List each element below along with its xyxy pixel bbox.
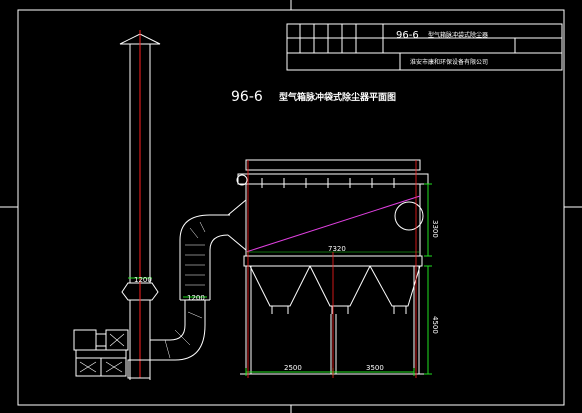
inlet-duct — [150, 198, 247, 361]
support-height-label: 4500 — [431, 316, 439, 334]
fan-details — [79, 333, 125, 373]
title-block-drawing-name: 型气箱脉冲袋式除尘器 — [428, 31, 488, 39]
diagonal-baffle — [245, 195, 421, 253]
drawing-title-prefix: 96-6 — [231, 89, 263, 105]
duct-upper-outer — [179, 214, 230, 300]
fan-outlet — [127, 359, 151, 379]
duct-lower-inner — [150, 300, 206, 361]
hopper-1 — [249, 265, 311, 307]
top-cover — [245, 159, 421, 171]
fan-assembly — [73, 329, 151, 379]
drawing-title: 型气箱脉冲袋式除尘器平面图 — [279, 91, 396, 103]
dimension-lines — [245, 183, 432, 376]
duct-width-label: 1200 — [187, 294, 205, 302]
motor — [73, 329, 97, 351]
housing-height-label: 3300 — [431, 220, 439, 238]
right-span-label: 3500 — [366, 364, 384, 372]
hopper-2 — [309, 265, 371, 307]
hoppers — [249, 265, 421, 314]
collector-centerlines — [247, 160, 417, 378]
duct-transition — [227, 198, 247, 252]
drawing-frame — [0, 0, 582, 413]
duct-upper-inner — [209, 234, 229, 300]
stack-width-label: 1200 — [134, 276, 152, 284]
left-span-label: 2500 — [284, 364, 302, 372]
hopper-3 — [369, 265, 421, 307]
title-block-drawing-no: 96-6 — [396, 30, 419, 41]
pulse-valves — [261, 178, 395, 188]
duct-lower-outer — [150, 300, 186, 341]
pulse-manifold — [237, 173, 429, 185]
outlet-port — [394, 201, 424, 231]
cad-drawing-svg: 96-6 型气箱脉冲袋式除尘器 淮安市康和环保设备有限公司 96-6 型气箱脉冲… — [0, 0, 582, 413]
title-block-company: 淮安市康和环保设备有限公司 — [410, 58, 488, 66]
cad-drawing: 96-6 型气箱脉冲袋式除尘器 淮安市康和环保设备有限公司 96-6 型气箱脉冲… — [0, 0, 582, 413]
duct-shading — [164, 221, 206, 359]
housing-length-label: 7320 — [328, 245, 346, 253]
